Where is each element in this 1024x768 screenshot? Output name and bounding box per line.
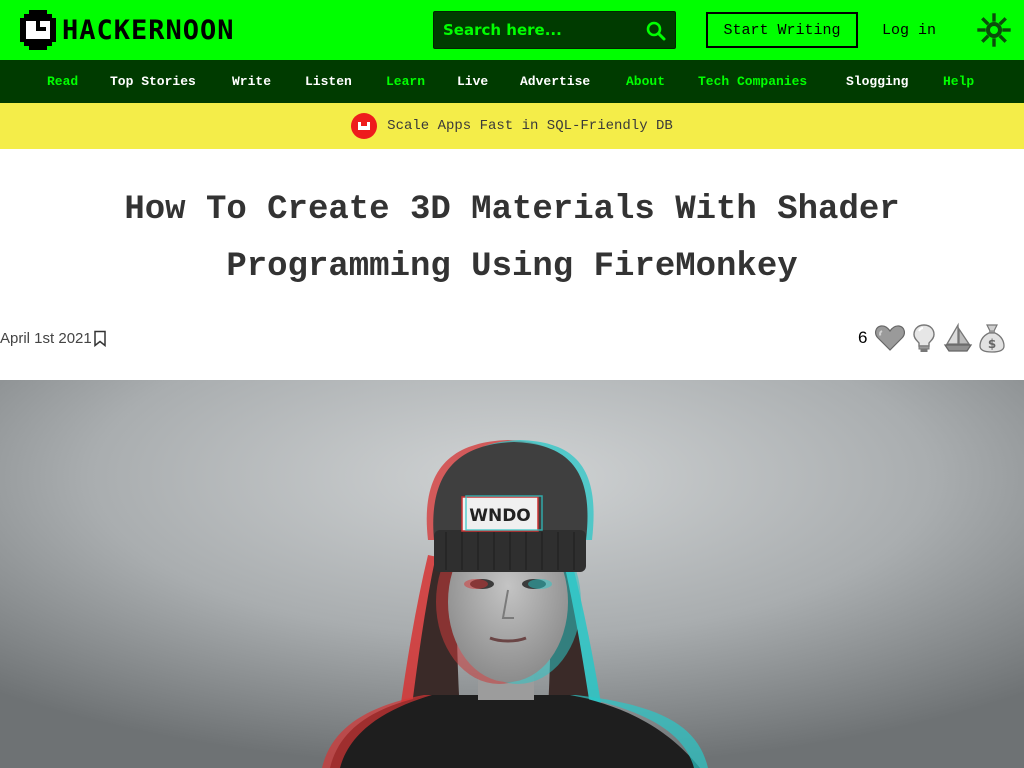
hero-image[interactable]: WNDO xyxy=(0,380,1024,768)
search-placeholder: Search here... xyxy=(443,21,562,39)
sun-icon[interactable] xyxy=(977,13,1011,47)
nav-item-advertise[interactable]: Advertise xyxy=(520,60,590,103)
main-navigation: Read Top Stories Write Listen Learn Live… xyxy=(0,60,1024,103)
promo-text: Scale Apps Fast in SQL-Friendly DB xyxy=(387,118,673,134)
nav-item-learn[interactable]: Learn xyxy=(386,60,425,103)
search-input[interactable]: Search here... xyxy=(433,11,676,49)
publish-date: April 1st 2021 xyxy=(0,329,92,347)
nav-item-listen[interactable]: Listen xyxy=(305,60,352,103)
heart-icon[interactable] xyxy=(874,322,906,354)
logo-text: HACKERNOON xyxy=(62,14,235,46)
lightbulb-icon[interactable] xyxy=(908,322,940,354)
start-writing-button[interactable]: Start Writing xyxy=(706,12,858,48)
nav-item-top-stories[interactable]: Top Stories xyxy=(110,60,196,103)
article-meta: April 1st 2021 xyxy=(0,327,107,349)
article-title-line1: How To Create 3D Materials With Shader xyxy=(124,191,900,229)
cockroachdb-icon xyxy=(351,113,378,139)
nav-item-help[interactable]: Help xyxy=(943,60,974,103)
hero-photo: WNDO xyxy=(0,380,1024,768)
nav-item-about[interactable]: About xyxy=(626,60,665,103)
nav-item-read[interactable]: Read xyxy=(47,60,78,103)
nav-item-tech-companies[interactable]: Tech Companies xyxy=(698,60,807,103)
article-title-line2: Programming Using FireMonkey xyxy=(226,248,798,286)
login-link[interactable]: Log in xyxy=(882,18,936,42)
top-header: HACKERNOON Search here... Start Writing … xyxy=(0,0,1024,60)
svg-text:$: $ xyxy=(988,337,996,351)
reactions-bar: 6 $ xyxy=(858,320,1008,356)
search-icon[interactable] xyxy=(646,21,666,41)
logo-icon xyxy=(20,10,56,50)
promo-banner[interactable]: Scale Apps Fast in SQL-Friendly DB xyxy=(0,103,1024,149)
money-bag-icon[interactable]: $ xyxy=(976,322,1008,354)
nav-item-live[interactable]: Live xyxy=(457,60,488,103)
nav-item-write[interactable]: Write xyxy=(232,60,271,103)
nav-item-slogging[interactable]: Slogging xyxy=(846,60,908,103)
hackernoon-logo[interactable]: HACKERNOON xyxy=(20,9,235,51)
reaction-count: 6 xyxy=(858,328,868,347)
boat-icon[interactable] xyxy=(942,322,974,354)
beanie-patch-text: WNDO xyxy=(469,506,531,526)
bookmark-icon[interactable] xyxy=(93,330,107,347)
article-title: How To Create 3D Materials With Shader P… xyxy=(30,182,994,296)
